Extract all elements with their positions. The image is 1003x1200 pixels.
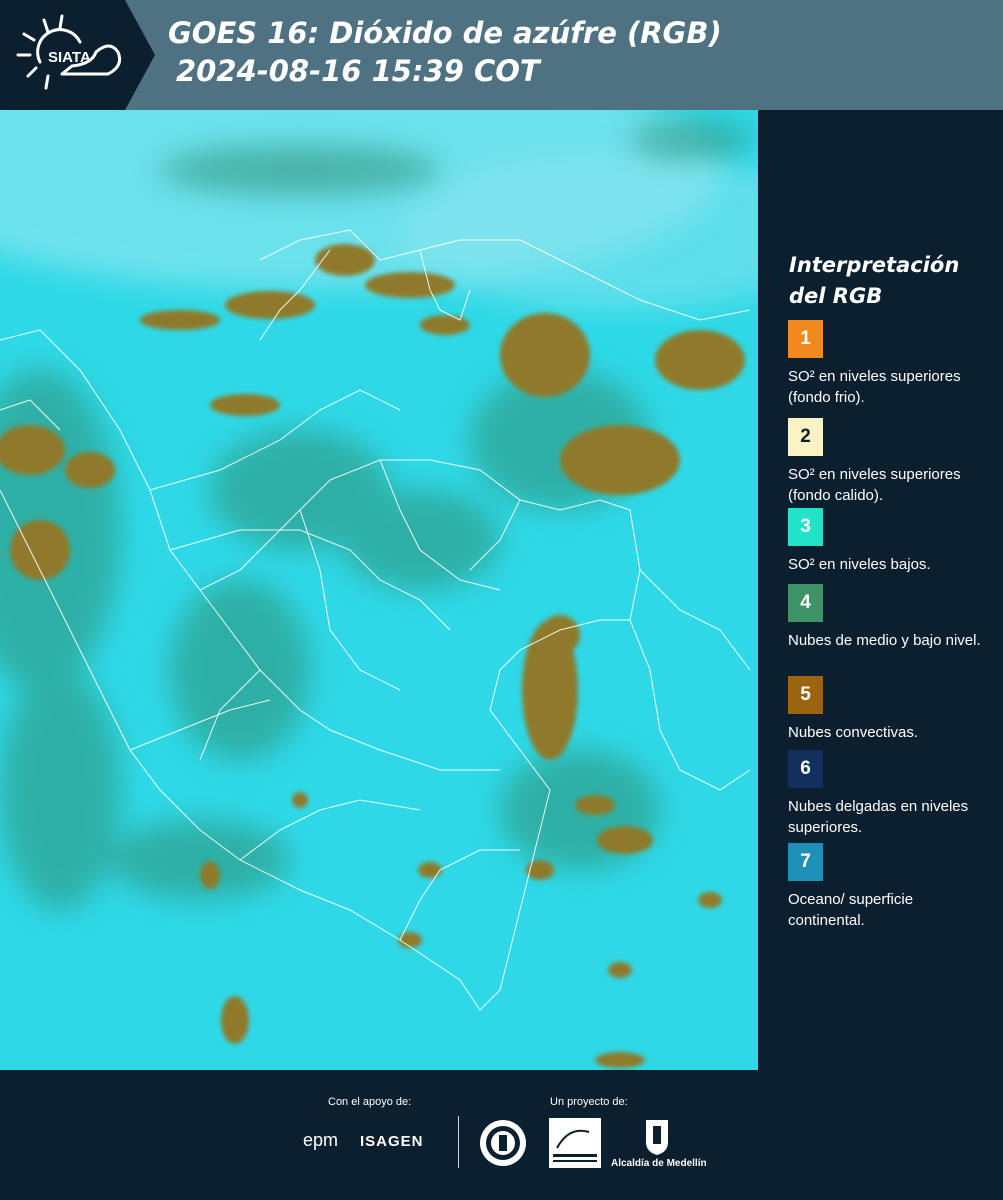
- area-metropolitana-logo: [549, 1118, 601, 1173]
- legend-item-7: 7 Oceano/ superficie continental.: [788, 843, 988, 931]
- legend-swatch: 3: [788, 508, 823, 546]
- legend-swatch: 6: [788, 750, 823, 788]
- legend-item-5: 5 Nubes convectivas.: [788, 676, 988, 743]
- legend-item-2: 2 SO² en niveles superiores (fondo calid…: [788, 418, 988, 506]
- legend-swatch: 1: [788, 320, 823, 358]
- alcaldia-label: Alcaldía de Medellín: [611, 1158, 707, 1169]
- legend-swatch: 2: [788, 418, 823, 456]
- legend-item-label: Oceano/ superficie continental.: [788, 891, 914, 929]
- legend-item-label: SO² en niveles superiores (fondo calido)…: [788, 466, 961, 504]
- legend-item-6: 6 Nubes delgadas en niveles superiores.: [788, 750, 988, 838]
- legend-swatch: 4: [788, 584, 823, 622]
- header-bar: SIATA GOES 16: Dióxido de azúfre (RGB) 2…: [0, 0, 1003, 110]
- legend-item-label: SO² en niveles superiores (fondo frio).: [788, 368, 961, 406]
- legend-item-4: 4 Nubes de medio y bajo nivel.: [788, 584, 988, 651]
- legend-item-label: Nubes de medio y bajo nivel.: [788, 632, 981, 649]
- project-label: Un proyecto de:: [550, 1096, 628, 1108]
- footer: Con el apoyo de: Un proyecto de: epm ISA…: [0, 1070, 1003, 1200]
- legend-item-3: 3 SO² en niveles bajos.: [788, 508, 988, 575]
- legend-swatch: 7: [788, 843, 823, 881]
- siata-logo: SIATA: [0, 0, 155, 110]
- legend-panel: Interpretación del RGB 1 SO² en niveles …: [760, 110, 1003, 1070]
- legend-title: Interpretación del RGB: [789, 253, 960, 308]
- medellin-seal-icon: [478, 1118, 528, 1173]
- legend-item-1: 1 SO² en niveles superiores (fondo frio)…: [788, 320, 988, 408]
- legend-swatch: 5: [788, 676, 823, 714]
- map-title: GOES 16: Dióxido de azúfre (RGB): [168, 16, 722, 50]
- legend-item-label: Nubes delgadas en niveles superiores.: [788, 798, 969, 836]
- legend-item-label: Nubes convectivas.: [788, 724, 919, 741]
- logo-text: SIATA: [48, 49, 91, 66]
- epm-logo: epm: [303, 1130, 339, 1150]
- map-timestamp: 2024-08-16 15:39 COT: [176, 54, 540, 88]
- support-label: Con el apoyo de:: [328, 1096, 412, 1108]
- isagen-logo: ISAGEN: [360, 1133, 424, 1150]
- satellite-map[interactable]: [0, 110, 758, 1070]
- alcaldia-shield-icon: [644, 1118, 670, 1161]
- footer-divider: [458, 1116, 459, 1168]
- legend-item-label: SO² en niveles bajos.: [788, 556, 931, 573]
